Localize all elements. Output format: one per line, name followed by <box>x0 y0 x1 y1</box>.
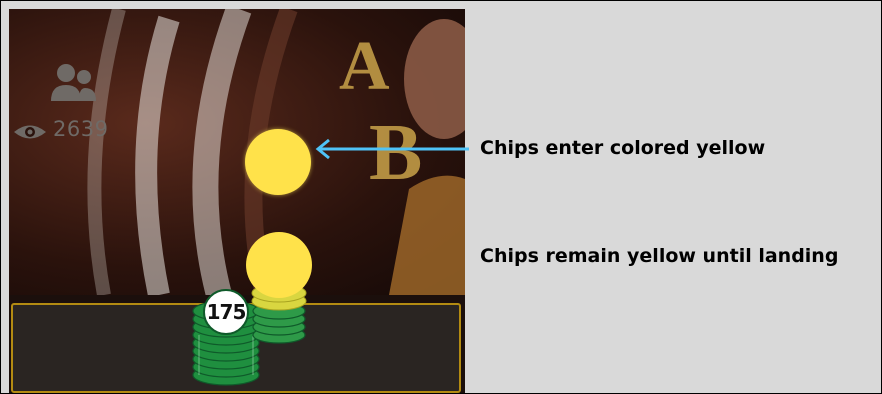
arrow-left-icon <box>315 138 469 160</box>
screenshot-frame: A B 2639 175 Chips enter colored yellow … <box>0 0 882 394</box>
viewer-count: 2639 <box>53 117 109 141</box>
table-stats: 2639 <box>9 9 119 159</box>
chip-flying-yellow <box>245 129 311 195</box>
chip-stack-landing <box>246 232 312 344</box>
game-view: A B 2639 175 <box>9 9 465 393</box>
chip-value-badge: 175 <box>203 289 249 335</box>
annotation-chips-remain: Chips remain yellow until landing <box>480 245 839 267</box>
svg-text:A: A <box>339 28 390 105</box>
annotation-chips-enter: Chips enter colored yellow <box>480 137 766 159</box>
users-icon <box>51 64 96 101</box>
eye-icon <box>14 125 46 139</box>
